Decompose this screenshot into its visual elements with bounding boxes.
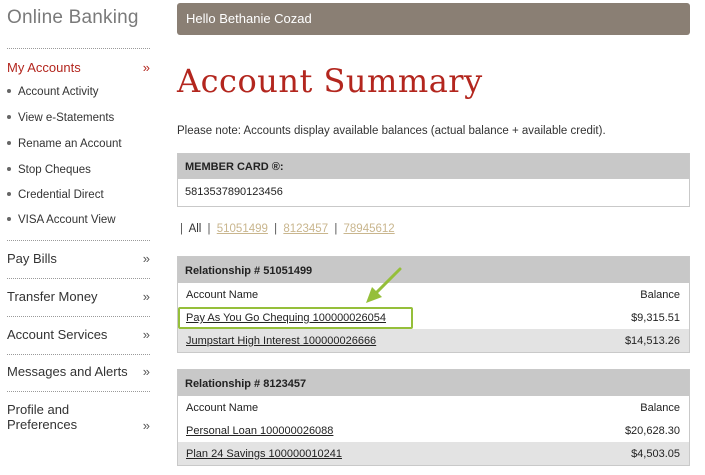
sidebar-item-account-activity[interactable]: Account Activity [7, 86, 99, 98]
relationship-filter: | All | 51051499 | 8123457 | 78945612 [177, 223, 395, 235]
nav-messages-alerts[interactable]: Messages and Alerts » [7, 364, 150, 379]
relationship-title: Relationship # 51051499 [178, 257, 689, 283]
chevron-right-icon: » [142, 289, 150, 304]
bullet-icon [7, 140, 11, 145]
nav-messages-alerts-label: Messages and Alerts [7, 364, 128, 379]
nav-my-accounts[interactable]: My Accounts » [7, 60, 150, 75]
sidebar-item-label: Rename an Account [18, 138, 122, 150]
member-card-label: MEMBER CARD ®: [178, 154, 689, 179]
nav-transfer-money-label: Transfer Money [7, 289, 98, 304]
sidebar-item-stop-cheques[interactable]: Stop Cheques [7, 164, 91, 176]
member-card-panel: MEMBER CARD ®: 5813537890123456 [177, 153, 690, 207]
nav-pay-bills-label: Pay Bills [7, 251, 57, 266]
separator: | [180, 223, 183, 235]
table-header-row: Account Name Balance [178, 283, 689, 306]
column-header-balance: Balance [640, 402, 680, 414]
bullet-icon [7, 88, 11, 93]
sidebar-item-label: VISA Account View [18, 214, 116, 226]
account-link[interactable]: Plan 24 Savings 100000010241 [186, 448, 342, 460]
bullet-icon [7, 114, 11, 119]
chevron-right-icon: » [142, 327, 150, 342]
table-row: Jumpstart High Interest 100000026666 $14… [178, 329, 689, 352]
column-header-account-name: Account Name [186, 402, 259, 414]
bullet-icon [7, 216, 11, 221]
sidebar-item-visa-account-view[interactable]: VISA Account View [7, 214, 116, 226]
relationship-panel: Relationship # 8123457 Account Name Bala… [177, 369, 690, 466]
arrow-down-left-icon [366, 267, 402, 303]
divider [7, 316, 150, 317]
sidebar-item-credential-direct[interactable]: Credential Direct [7, 189, 104, 201]
nav-pay-bills[interactable]: Pay Bills » [7, 251, 150, 266]
nav-profile-label-line2: Preferences [7, 417, 78, 432]
relationship-title: Relationship # 8123457 [178, 370, 689, 396]
greeting-bar: Hello Bethanie Cozad [177, 3, 690, 35]
bullet-icon [7, 191, 11, 196]
filter-link-8123457[interactable]: 8123457 [283, 223, 328, 235]
highlight-box [178, 307, 413, 329]
chevron-right-icon: » [142, 418, 150, 433]
table-row: Personal Loan 100000026088 $20,628.30 [178, 419, 689, 442]
account-balance: $9,315.51 [631, 312, 680, 324]
account-balance: $14,513.26 [624, 335, 680, 347]
nav-profile-label-line1: Profile and [7, 402, 70, 417]
account-balance: $4,503.05 [631, 448, 680, 460]
sidebar: Online Banking My Accounts » Account Act… [0, 0, 158, 475]
bullet-icon [7, 166, 11, 171]
chevron-right-icon: » [142, 60, 150, 75]
account-balance: $20,628.30 [624, 425, 680, 437]
divider [7, 391, 150, 392]
filter-link-78945612[interactable]: 78945612 [344, 223, 395, 235]
nav-account-services[interactable]: Account Services » [7, 327, 150, 342]
account-link[interactable]: Personal Loan 100000026088 [186, 425, 333, 437]
nav-account-services-label: Account Services [7, 327, 108, 342]
separator: | [334, 223, 338, 235]
divider [7, 240, 150, 241]
column-header-balance: Balance [640, 289, 680, 301]
table-header-row: Account Name Balance [178, 396, 689, 419]
divider [7, 354, 150, 355]
filter-link-51051499[interactable]: 51051499 [217, 223, 268, 235]
sidebar-item-rename-account[interactable]: Rename an Account [7, 138, 122, 150]
nav-transfer-money[interactable]: Transfer Money » [7, 289, 150, 304]
sidebar-item-label: Stop Cheques [18, 164, 91, 176]
sidebar-item-label: Account Activity [18, 86, 99, 98]
sidebar-item-label: Credential Direct [18, 189, 104, 201]
separator: | [274, 223, 278, 235]
nav-my-accounts-label: My Accounts [7, 60, 81, 75]
greeting-text: Hello Bethanie Cozad [186, 11, 312, 26]
divider [7, 48, 150, 49]
sidebar-item-label: View e-Statements [18, 112, 115, 124]
sidebar-item-e-statements[interactable]: View e-Statements [7, 112, 114, 124]
table-row: Plan 24 Savings 100000010241 $4,503.05 [178, 442, 689, 465]
chevron-right-icon: » [142, 251, 150, 266]
divider [7, 278, 150, 279]
balance-note: Please note: Accounts display available … [177, 125, 606, 137]
relationship-panel: Relationship # 51051499 Account Name Bal… [177, 256, 690, 353]
nav-profile-preferences[interactable]: Profile and Preferences » [7, 402, 150, 433]
member-card-number: 5813537890123456 [185, 186, 283, 198]
column-header-account-name: Account Name [186, 289, 259, 301]
chevron-right-icon: » [142, 364, 150, 379]
filter-all[interactable]: All [189, 223, 202, 235]
account-link[interactable]: Jumpstart High Interest 100000026666 [186, 335, 376, 347]
separator: | [207, 223, 211, 235]
brand-title: Online Banking [7, 7, 139, 28]
page-title: Account Summary [177, 62, 483, 100]
